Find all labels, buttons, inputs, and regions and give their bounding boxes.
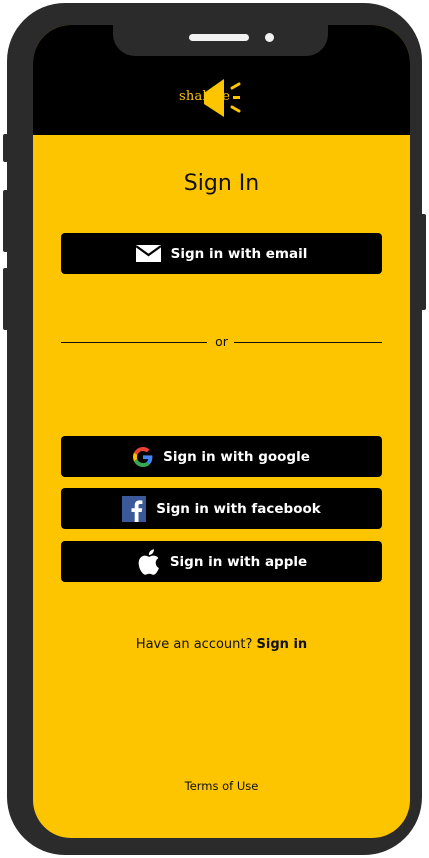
account-prompt-text: Have an account? — [135, 637, 253, 652]
sign-in-facebook-label: Sign in with facebook — [156, 500, 321, 517]
or-divider: or — [61, 334, 382, 350]
sign-in-apple-button[interactable]: Sign in with apple — [61, 541, 382, 582]
sign-in-google-button[interactable]: Sign in with google — [61, 436, 382, 477]
sign-in-email-button[interactable]: Sign in with email — [61, 233, 382, 274]
sign-in-email-label: Sign in with email — [170, 245, 308, 262]
terms-of-use-link[interactable]: Terms of Use — [33, 779, 410, 793]
facebook-icon — [122, 495, 147, 522]
page-title: Sign In — [183, 171, 260, 196]
envelope-icon — [135, 245, 161, 262]
front-camera — [265, 33, 274, 42]
sign-in-facebook-button[interactable]: Sign in with facebook — [61, 488, 382, 529]
divider-line-right — [234, 342, 382, 343]
speaker-grille — [189, 34, 249, 41]
sign-in-apple-label: Sign in with apple — [169, 553, 308, 570]
apple-icon — [136, 547, 160, 577]
brand-logo: shalaye — [176, 77, 266, 119]
phone-notch — [113, 25, 328, 56]
logo-text: shalaye — [179, 89, 231, 104]
sign-in-link[interactable]: Sign in — [257, 637, 308, 652]
account-prompt: Have an account? Sign in — [33, 637, 410, 652]
sign-in-google-label: Sign in with google — [163, 448, 310, 465]
app-header: shalaye — [33, 25, 410, 135]
google-icon — [133, 446, 153, 467]
app-screen: shalaye Sign In Sign in with email or Si… — [33, 25, 410, 838]
